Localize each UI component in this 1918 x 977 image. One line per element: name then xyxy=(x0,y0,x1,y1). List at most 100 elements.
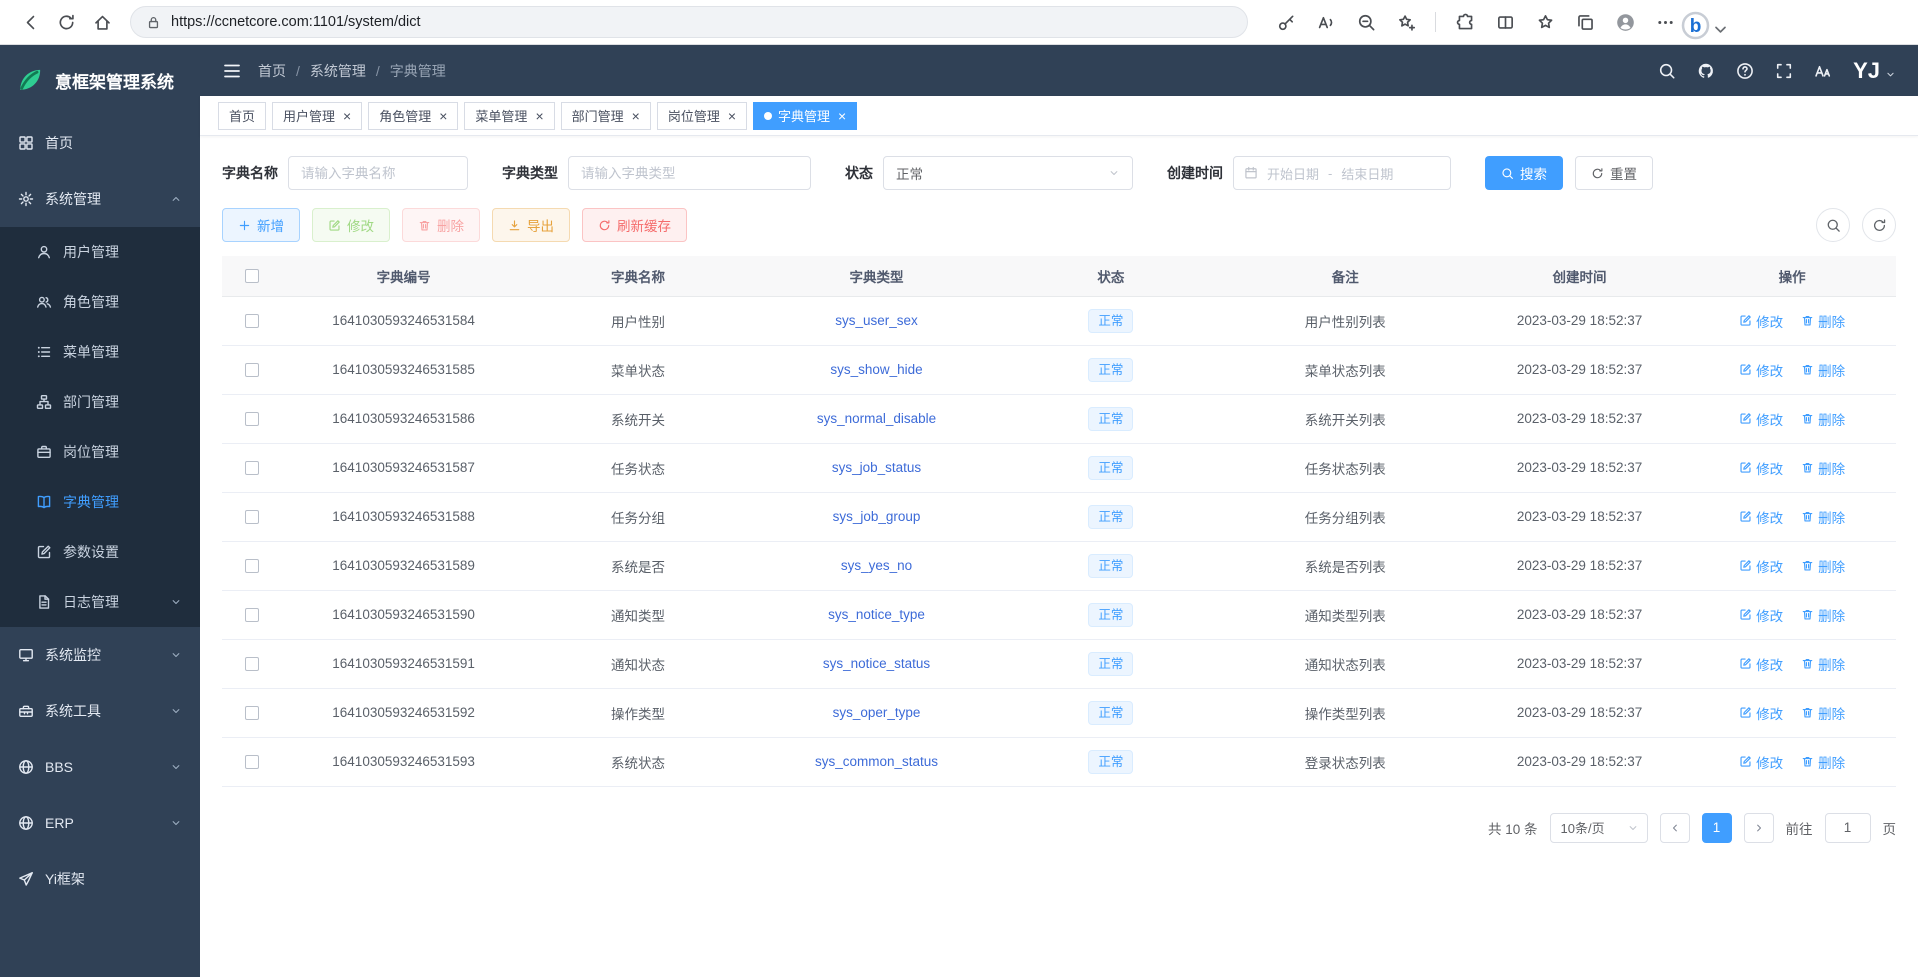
sidebar-item-home[interactable]: 首页 xyxy=(0,115,200,171)
close-icon[interactable]: × xyxy=(838,109,846,123)
sidebar-item-param[interactable]: 参数设置 xyxy=(0,527,200,577)
dict-type-link[interactable]: sys_common_status xyxy=(815,754,938,769)
page-size-select[interactable]: 10条/页 xyxy=(1550,813,1648,843)
dict-type-link[interactable]: sys_notice_status xyxy=(823,656,930,671)
browser-menu-button[interactable] xyxy=(1647,4,1683,40)
add-favorite-button[interactable] xyxy=(1388,4,1424,40)
sidebar-item-menu[interactable]: 菜单管理 xyxy=(0,327,200,377)
edit-row-button[interactable]: 修改 xyxy=(1739,409,1783,429)
delete-row-button[interactable]: 删除 xyxy=(1801,703,1845,723)
edit-row-button[interactable]: 修改 xyxy=(1739,458,1783,478)
profile-button[interactable] xyxy=(1607,4,1643,40)
delete-row-button[interactable]: 删除 xyxy=(1801,654,1845,674)
font-size-icon[interactable] xyxy=(1814,62,1832,80)
delete-row-button[interactable]: 删除 xyxy=(1801,605,1845,625)
delete-row-button[interactable]: 删除 xyxy=(1801,409,1845,429)
sidebar-item-bbs[interactable]: BBS xyxy=(0,739,200,795)
sidebar-item-system[interactable]: 系统管理 xyxy=(0,171,200,227)
copilot-button[interactable]: b xyxy=(1687,4,1723,40)
close-icon[interactable]: × xyxy=(728,109,736,123)
row-checkbox[interactable] xyxy=(245,412,259,426)
dict-type-link[interactable]: sys_yes_no xyxy=(841,558,912,573)
github-icon[interactable] xyxy=(1697,62,1715,80)
refresh-button[interactable] xyxy=(48,4,84,40)
extensions-button[interactable] xyxy=(1447,4,1483,40)
sidebar-item-dept[interactable]: 部门管理 xyxy=(0,377,200,427)
search-button[interactable]: 搜索 xyxy=(1485,156,1563,190)
row-checkbox[interactable] xyxy=(245,657,259,671)
tab-user[interactable]: 用户管理× xyxy=(272,102,362,130)
sidebar-item-dict[interactable]: 字典管理 xyxy=(0,477,200,527)
edit-row-button[interactable]: 修改 xyxy=(1739,556,1783,576)
dict-type-link[interactable]: sys_user_sex xyxy=(835,313,918,328)
sidebar-item-monitor[interactable]: 系统监控 xyxy=(0,627,200,683)
delete-row-button[interactable]: 删除 xyxy=(1801,458,1845,478)
close-icon[interactable]: × xyxy=(535,109,543,123)
status-select[interactable]: 正常 xyxy=(883,156,1133,190)
edit-row-button[interactable]: 修改 xyxy=(1739,605,1783,625)
row-checkbox[interactable] xyxy=(245,510,259,524)
tab-dept[interactable]: 部门管理× xyxy=(561,102,651,130)
fullscreen-icon[interactable] xyxy=(1775,62,1793,80)
edit-row-button[interactable]: 修改 xyxy=(1739,752,1783,772)
row-checkbox[interactable] xyxy=(245,314,259,328)
address-bar[interactable]: https://ccnetcore.com:1101/system/dict xyxy=(130,6,1248,38)
add-button[interactable]: 新增 xyxy=(222,208,300,242)
hamburger-icon[interactable] xyxy=(222,61,242,81)
password-key-button[interactable] xyxy=(1268,4,1304,40)
user-brand-menu[interactable]: YJ xyxy=(1853,58,1896,84)
dict-type-link[interactable]: sys_oper_type xyxy=(833,705,921,720)
toggle-search-button[interactable] xyxy=(1816,208,1850,242)
home-button[interactable] xyxy=(84,4,120,40)
row-checkbox[interactable] xyxy=(245,461,259,475)
edit-row-button[interactable]: 修改 xyxy=(1739,703,1783,723)
close-icon[interactable]: × xyxy=(439,109,447,123)
tab-home[interactable]: 首页 xyxy=(218,102,266,130)
row-checkbox[interactable] xyxy=(245,755,259,769)
row-checkbox[interactable] xyxy=(245,559,259,573)
dict-name-input[interactable] xyxy=(288,156,468,190)
close-icon[interactable]: × xyxy=(343,109,351,123)
tab-dict[interactable]: 字典管理× xyxy=(753,102,857,130)
read-aloud-button[interactable] xyxy=(1308,4,1344,40)
back-button[interactable] xyxy=(12,4,48,40)
delete-button[interactable]: 删除 xyxy=(402,208,480,242)
edit-row-button[interactable]: 修改 xyxy=(1739,507,1783,527)
date-range-input[interactable]: 开始日期 - 结束日期 xyxy=(1233,156,1451,190)
refresh-cache-button[interactable]: 刷新缓存 xyxy=(582,208,687,242)
delete-row-button[interactable]: 删除 xyxy=(1801,752,1845,772)
favorites-button[interactable] xyxy=(1527,4,1563,40)
sidebar-item-role[interactable]: 角色管理 xyxy=(0,277,200,327)
row-checkbox[interactable] xyxy=(245,706,259,720)
tab-post[interactable]: 岗位管理× xyxy=(657,102,747,130)
dict-type-link[interactable]: sys_job_group xyxy=(833,509,921,524)
breadcrumb-home[interactable]: 首页 xyxy=(258,61,286,81)
dict-type-link[interactable]: sys_job_status xyxy=(832,460,921,475)
sidebar-item-user[interactable]: 用户管理 xyxy=(0,227,200,277)
delete-row-button[interactable]: 删除 xyxy=(1801,556,1845,576)
dict-type-link[interactable]: sys_normal_disable xyxy=(817,411,936,426)
refresh-table-button[interactable] xyxy=(1862,208,1896,242)
tab-menu[interactable]: 菜单管理× xyxy=(464,102,554,130)
dict-type-link[interactable]: sys_show_hide xyxy=(830,362,922,377)
collections-button[interactable] xyxy=(1567,4,1603,40)
next-page-button[interactable] xyxy=(1744,813,1774,843)
split-screen-button[interactable] xyxy=(1487,4,1523,40)
edit-row-button[interactable]: 修改 xyxy=(1739,311,1783,331)
help-icon[interactable] xyxy=(1736,62,1754,80)
select-all-checkbox[interactable] xyxy=(245,269,259,283)
row-checkbox[interactable] xyxy=(245,608,259,622)
row-checkbox[interactable] xyxy=(245,363,259,377)
reset-button[interactable]: 重置 xyxy=(1575,156,1653,190)
dict-type-link[interactable]: sys_notice_type xyxy=(828,607,925,622)
sidebar-item-log[interactable]: 日志管理 xyxy=(0,577,200,627)
page-1-button[interactable]: 1 xyxy=(1702,813,1732,843)
tab-role[interactable]: 角色管理× xyxy=(368,102,458,130)
close-icon[interactable]: × xyxy=(632,109,640,123)
delete-row-button[interactable]: 删除 xyxy=(1801,311,1845,331)
prev-page-button[interactable] xyxy=(1660,813,1690,843)
sidebar-item-tools[interactable]: 系统工具 xyxy=(0,683,200,739)
delete-row-button[interactable]: 删除 xyxy=(1801,360,1845,380)
sidebar-item-post[interactable]: 岗位管理 xyxy=(0,427,200,477)
breadcrumb-system[interactable]: 系统管理 xyxy=(310,61,366,81)
